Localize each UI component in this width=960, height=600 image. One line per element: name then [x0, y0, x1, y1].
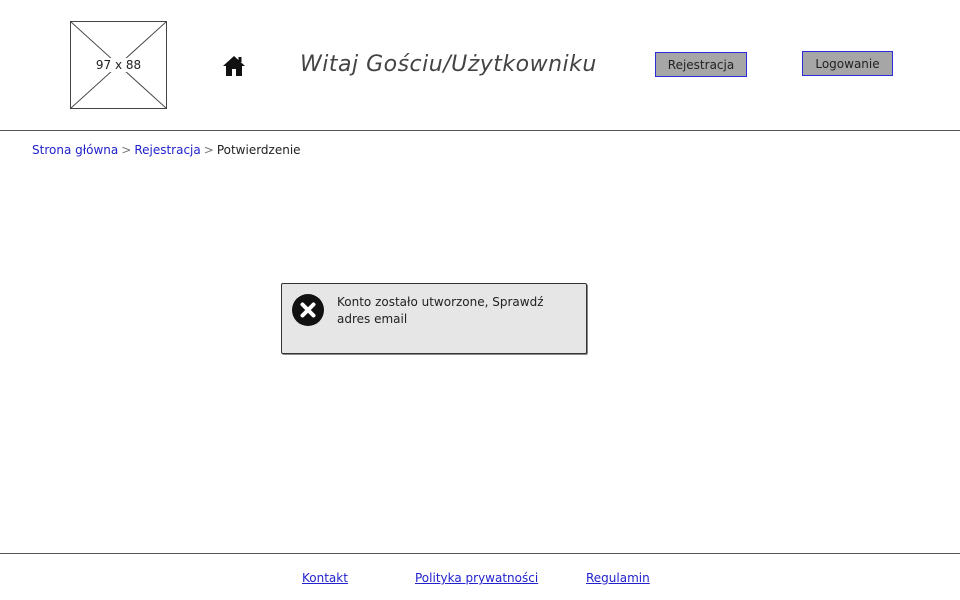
breadcrumb-current: Potwierdzenie	[216, 143, 301, 157]
logo-placeholder-label: 97 x 88	[94, 58, 143, 72]
login-button[interactable]: Logowanie	[802, 51, 893, 76]
breadcrumb: Strona główna > Rejestracja > Potwierdzenie	[32, 143, 301, 157]
footer-privacy-link[interactable]: Polityka prywatności	[415, 571, 538, 585]
breadcrumb-separator: >	[203, 143, 214, 157]
footer-contact-link[interactable]: Kontakt	[302, 571, 348, 585]
header-divider	[0, 130, 960, 131]
breadcrumb-home-link[interactable]: Strona główna	[32, 143, 118, 157]
confirmation-notice: Konto zostało utworzone, Sprawdź adres e…	[281, 283, 587, 354]
notice-message: Konto zostało utworzone, Sprawdź adres e…	[337, 295, 544, 326]
footer-terms-link[interactable]: Regulamin	[586, 571, 650, 585]
welcome-heading: Witaj Gościu/Użytkowniku	[300, 52, 597, 77]
breadcrumb-separator: >	[121, 143, 132, 157]
close-circle-icon[interactable]	[291, 293, 325, 327]
footer-divider	[0, 553, 960, 554]
breadcrumb-register-link[interactable]: Rejestracja	[134, 143, 200, 157]
register-button[interactable]: Rejestracja	[655, 52, 747, 77]
home-icon[interactable]	[222, 54, 246, 78]
logo-placeholder: 97 x 88	[70, 21, 167, 109]
